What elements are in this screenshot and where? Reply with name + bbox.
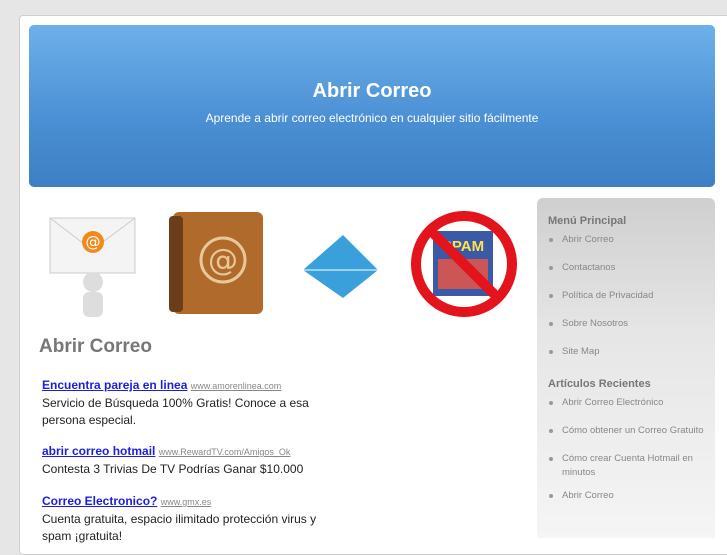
ad-title-link[interactable]: Correo Electronico? (42, 494, 157, 508)
ad-item: Correo Electronico? www.gmx.es Cuenta gr… (42, 493, 322, 545)
ad-title-link[interactable]: Encuentra pareja en linea (42, 378, 187, 392)
ad-item: Encuentra pareja en linea www.amorenline… (42, 377, 322, 429)
ad-text: Servicio de Búsqueda 100% Gratis! Conoce… (42, 396, 309, 427)
menu-item[interactable]: Sobre Nosotros (537, 317, 715, 331)
recent-item[interactable]: Abrir Correo Electrónico (537, 396, 715, 410)
menu-item[interactable]: Site Map (537, 345, 715, 359)
image-strip: @ @ SPAM (40, 205, 530, 325)
envelope-icon (303, 235, 378, 298)
menu-item[interactable]: Política de Privacidad (537, 289, 715, 303)
menu-title: Menú Principal (548, 215, 627, 227)
email-person-icon: @ (49, 217, 136, 317)
menu-item[interactable]: Contactanos (537, 261, 715, 275)
main-heading: Abrir Correo (39, 336, 152, 357)
no-spam-icon: SPAM (411, 211, 517, 317)
svg-text:@: @ (86, 233, 101, 251)
ad-url[interactable]: www.RewardTV.com/Amigos_Ok (159, 447, 291, 457)
svg-text:@: @ (208, 243, 238, 278)
recent-item[interactable]: Abrir Correo (537, 489, 715, 503)
ad-text: Contesta 3 Trivias De TV Podrías Ganar $… (42, 462, 304, 476)
ad-text: Cuenta gratuita, espacio ilimitado prote… (42, 512, 317, 543)
menu-item[interactable]: Abrir Correo (537, 233, 715, 247)
ad-title-link[interactable]: abrir correo hotmail (42, 444, 155, 458)
sidebar: Menú Principal Abrir Correo Contactanos … (537, 198, 715, 538)
site-title[interactable]: Abrir Correo (29, 80, 715, 103)
recent-item[interactable]: Cómo crear Cuenta Hotmail en minutos (537, 452, 715, 480)
recent-item[interactable]: Cómo obtener un Correo Gratuito (537, 424, 715, 438)
address-book-icon: @ (169, 212, 263, 314)
ad-url[interactable]: www.amorenlinea.com (191, 381, 282, 391)
ad-url[interactable]: www.gmx.es (161, 497, 212, 507)
recent-title: Artículos Recientes (548, 378, 651, 390)
site-subtitle: Aprende a abrir correo electrónico en cu… (205, 111, 539, 125)
ad-item: abrir correo hotmail www.RewardTV.com/Am… (42, 443, 322, 478)
site-header: Abrir Correo Aprende a abrir correo elec… (29, 25, 715, 187)
